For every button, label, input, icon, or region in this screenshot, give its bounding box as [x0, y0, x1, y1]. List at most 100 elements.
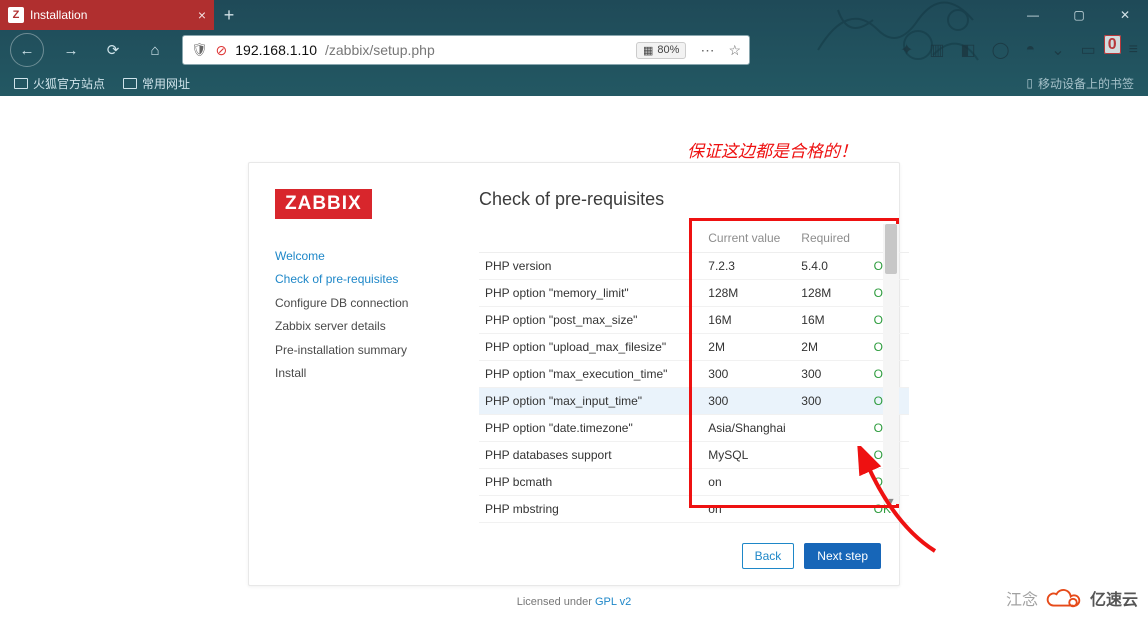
cell-required [795, 469, 867, 496]
url-bar[interactable]: 🛡 ⊘ 192.168.1.10/zabbix/setup.php ▦ 80% … [182, 35, 750, 65]
cell-current: 300 [702, 388, 795, 415]
cell-required [795, 496, 867, 523]
step-db[interactable]: Configure DB connection [275, 292, 425, 315]
window-maximize-icon[interactable]: ▢ [1056, 0, 1102, 30]
table-scrollbar[interactable]: ▲ ▼ [883, 224, 899, 504]
bookmark-label: 火狐官方站点 [33, 75, 105, 92]
tab-title: Installation [30, 8, 87, 22]
cell-current: 2M [702, 334, 795, 361]
cell-required: 300 [795, 388, 867, 415]
page-title: Check of pre-requisites [479, 189, 881, 210]
cell-required: 2M [795, 334, 867, 361]
table-row: PHP option "max_execution_time"300300OK [479, 361, 909, 388]
table-row: PHP version7.2.35.4.0OK [479, 253, 909, 280]
bookmark-star-icon[interactable]: ☆ [728, 42, 741, 59]
window-close-icon[interactable]: ✕ [1102, 0, 1148, 30]
back-button[interactable]: Back [742, 543, 795, 569]
tracking-shield-icon[interactable]: 🛡 [191, 42, 208, 58]
col-current: Current value [702, 224, 795, 253]
table-row: PHP bcmathonOK [479, 469, 909, 496]
menu-icon[interactable]: ≡ [1129, 41, 1138, 59]
notification-badge: 0 [1104, 35, 1121, 54]
url-host: 192.168.1.10 [235, 42, 317, 58]
cell-current: 7.2.3 [702, 253, 795, 280]
window-minimize-icon[interactable]: — [1010, 0, 1056, 30]
table-row: PHP option "max_input_time"300300OK [479, 388, 909, 415]
bookmark-label: 常用网址 [142, 75, 190, 92]
prereq-table: Current value Required PHP version7.2.35… [479, 224, 909, 523]
cell-required: 16M [795, 307, 867, 334]
browser-tab[interactable]: Z Installation × [0, 0, 214, 30]
zoom-value: 80% [657, 44, 679, 56]
cell-required [795, 442, 867, 469]
nav-reload-button[interactable]: ⟳ [98, 35, 128, 65]
cell-name: PHP option "upload_max_filesize" [479, 334, 702, 361]
cell-name: PHP option "date.timezone" [479, 415, 702, 442]
extension-icon[interactable]: ✦ [900, 40, 913, 60]
page-actions-icon[interactable]: ⋯ [700, 42, 716, 59]
cell-current: 300 [702, 361, 795, 388]
mobile-bookmarks[interactable]: ▯ 移动设备上的书签 [1026, 75, 1134, 92]
cell-current: on [702, 469, 795, 496]
step-prereq[interactable]: Check of pre-requisites [275, 268, 425, 291]
sidebar-icon[interactable]: ◧ [961, 40, 976, 60]
cell-required [795, 415, 867, 442]
license-link[interactable]: GPL v2 [595, 596, 631, 608]
cell-current: 128M [702, 280, 795, 307]
cell-name: PHP version [479, 253, 702, 280]
watermark-text-1: 江念 [1006, 586, 1038, 610]
cloud-icon [1044, 583, 1084, 613]
cell-current: on [702, 496, 795, 523]
table-row: PHP databases supportMySQLOK [479, 442, 909, 469]
cell-required: 128M [795, 280, 867, 307]
cell-name: PHP option "memory_limit" [479, 280, 702, 307]
table-row: PHP mbstringonOK [479, 496, 909, 523]
tab-favicon: Z [8, 7, 24, 23]
bookmark-folder-2[interactable]: 常用网址 [123, 75, 190, 92]
setup-card: 保证这边都是合格的！ ZABBIX Welcome Check of pre-r… [248, 162, 900, 586]
mobile-icon: ▯ [1026, 76, 1033, 90]
license-footer: Licensed under GPL v2 [0, 596, 1148, 608]
insecure-icon: ⊘ [216, 42, 228, 59]
watermark-text-2: 亿速云 [1090, 586, 1138, 610]
table-row: PHP option "post_max_size"16M16MOK [479, 307, 909, 334]
col-name [479, 224, 702, 253]
account-icon[interactable]: ◯ [992, 40, 1010, 60]
notifications-icon[interactable]: ▭0 [1081, 40, 1113, 60]
cell-name: PHP option "post_max_size" [479, 307, 702, 334]
folder-icon [14, 78, 28, 89]
zoom-indicator[interactable]: ▦ 80% [636, 42, 686, 59]
watermark: 江念 亿速云 [1006, 583, 1138, 613]
step-server[interactable]: Zabbix server details [275, 315, 425, 338]
step-install[interactable]: Install [275, 362, 425, 385]
url-path: /zabbix/setup.php [325, 42, 435, 58]
table-row: PHP option "date.timezone"Asia/ShanghaiO… [479, 415, 909, 442]
nav-back-button[interactable]: ← [10, 33, 44, 67]
bookmark-label: 移动设备上的书签 [1038, 75, 1134, 92]
license-prefix: Licensed under [517, 596, 595, 608]
shield-icon[interactable]: ◓ [1026, 41, 1036, 59]
next-step-button[interactable]: Next step [804, 543, 881, 569]
pocket-icon[interactable]: ⌄ [1051, 40, 1064, 60]
step-summary[interactable]: Pre-installation summary [275, 339, 425, 362]
cell-current: 16M [702, 307, 795, 334]
folder-icon [123, 78, 137, 89]
library-icon[interactable]: ▥ [929, 40, 944, 60]
nav-home-button[interactable]: ⌂ [140, 35, 170, 65]
cell-current: Asia/Shanghai [702, 415, 795, 442]
bookmark-folder-1[interactable]: 火狐官方站点 [14, 75, 105, 92]
nav-forward-button[interactable]: → [56, 35, 86, 65]
tab-close-icon[interactable]: × [198, 7, 206, 23]
step-welcome[interactable]: Welcome [275, 245, 425, 268]
cell-name: PHP option "max_input_time" [479, 388, 702, 415]
table-row: PHP option "upload_max_filesize"2M2MOK [479, 334, 909, 361]
cell-name: PHP bcmath [479, 469, 702, 496]
wizard-steps: Welcome Check of pre-requisites Configur… [275, 245, 425, 385]
scroll-thumb[interactable] [885, 224, 897, 274]
zabbix-logo: ZABBIX [275, 189, 372, 219]
new-tab-button[interactable]: + [214, 0, 244, 30]
table-row: PHP option "memory_limit"128M128MOK [479, 280, 909, 307]
scroll-down-icon[interactable]: ▼ [883, 496, 899, 506]
cell-name: PHP databases support [479, 442, 702, 469]
cell-required: 5.4.0 [795, 253, 867, 280]
